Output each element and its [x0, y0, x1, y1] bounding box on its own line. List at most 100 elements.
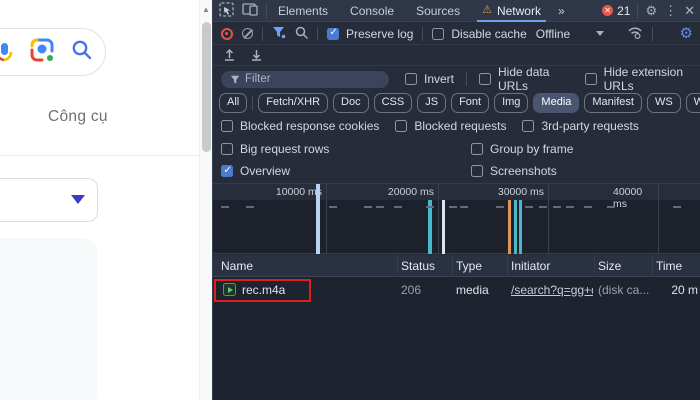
- chip-img[interactable]: Img: [494, 93, 528, 112]
- tab-label: Elements: [278, 4, 328, 18]
- timeline-request-mark: [246, 206, 254, 208]
- search-icon[interactable]: [71, 39, 93, 66]
- requests-table-header[interactable]: Name Status Type Initiator Size Time: [213, 255, 700, 277]
- overview-checkbox[interactable]: Overview: [221, 164, 290, 178]
- timeline-gridline: [548, 184, 549, 253]
- checkbox-checked-icon: [221, 165, 233, 177]
- chip-js[interactable]: JS: [417, 93, 446, 112]
- chip-all[interactable]: All: [219, 93, 247, 112]
- blocked-requests-checkbox[interactable]: Blocked requests: [395, 119, 506, 133]
- close-icon[interactable]: ✕: [684, 4, 695, 17]
- filter-input[interactable]: [221, 71, 389, 88]
- timeline-request-mark: [539, 206, 547, 208]
- timeline-tick-label: 40000 ms: [613, 186, 657, 210]
- timeline-request-mark: [426, 206, 434, 208]
- timeline-request-mark: [460, 206, 468, 208]
- results-card: [0, 238, 97, 400]
- column-header-status[interactable]: Status: [401, 259, 435, 273]
- chip-css[interactable]: CSS: [374, 93, 413, 112]
- screenshots-checkbox[interactable]: Screenshots: [471, 164, 557, 178]
- network-conditions-icon[interactable]: [627, 26, 643, 42]
- hide-extension-urls-checkbox[interactable]: Hide extension URLs: [585, 65, 700, 93]
- throttling-value: Offline: [536, 27, 570, 41]
- scrollbar-thumb[interactable]: [202, 22, 211, 152]
- timeline-gridline: [438, 184, 439, 253]
- error-badge-icon: ✕: [602, 5, 613, 16]
- gear-icon[interactable]: ⚙: [645, 4, 657, 17]
- network-overview-timeline[interactable]: 10000 ms 20000 ms 30000 ms 40000 ms: [213, 183, 700, 254]
- big-request-rows-checkbox[interactable]: Big request rows: [221, 142, 329, 156]
- timeline-request-mark: [496, 206, 504, 208]
- tab-sources[interactable]: Sources: [405, 0, 471, 22]
- timeline-request-mark: [221, 206, 229, 208]
- table-row[interactable]: rec.m4a 206 media /search?q=gg+d% (disk …: [213, 278, 700, 301]
- checkbox-icon: [221, 143, 233, 155]
- timeline-tick-label: 30000 ms: [498, 186, 547, 198]
- more-tabs-button[interactable]: »: [552, 4, 570, 18]
- column-header-initiator[interactable]: Initiator: [511, 259, 550, 273]
- blocked-filters-row: Blocked response cookies Blocked request…: [213, 115, 700, 137]
- chip-doc[interactable]: Doc: [333, 93, 369, 112]
- kebab-menu-icon[interactable]: ⋮: [664, 4, 677, 17]
- tab-network[interactable]: ⚠ Network: [471, 0, 552, 22]
- request-name[interactable]: rec.m4a: [242, 283, 392, 297]
- mic-icon[interactable]: [0, 43, 15, 70]
- search-tools-button[interactable]: Công cụ: [48, 108, 108, 126]
- tab-elements[interactable]: Elements: [267, 0, 339, 22]
- invert-checkbox[interactable]: Invert: [405, 72, 454, 86]
- tab-label: Sources: [416, 4, 460, 18]
- search-icon[interactable]: [295, 26, 308, 42]
- record-icon[interactable]: [221, 28, 233, 40]
- toolbar-divider: [652, 27, 653, 41]
- har-toolbar: [213, 46, 700, 66]
- chip-media[interactable]: Media: [533, 93, 579, 112]
- import-har-icon[interactable]: [223, 48, 236, 64]
- chip-manifest[interactable]: Manifest: [584, 93, 642, 112]
- chip-fetch-xhr[interactable]: Fetch/XHR: [258, 93, 328, 112]
- tab-label: Network: [497, 4, 541, 18]
- chip-ws[interactable]: WS: [647, 93, 681, 112]
- filter-funnel-icon[interactable]: [272, 26, 286, 42]
- page-scrollbar[interactable]: ▲: [199, 0, 212, 400]
- scrollbar-up-icon[interactable]: ▲: [202, 5, 210, 14]
- export-har-icon[interactable]: [250, 48, 263, 64]
- inspect-icon[interactable]: [219, 2, 234, 20]
- clear-icon[interactable]: [242, 28, 253, 39]
- google-results-page: Công cụ ▲: [0, 0, 212, 400]
- network-toolbar: Preserve log Disable cache Offline ⚙: [213, 23, 700, 45]
- error-count: 21: [617, 4, 630, 18]
- devtools-tabbar: Elements Console Sources ⚠ Network » ✕ 2…: [213, 0, 700, 22]
- device-toolbar-icon[interactable]: [242, 2, 258, 19]
- request-type-filters: All Fetch/XHR Doc CSS JS Font Img Media …: [213, 92, 700, 114]
- chip-font[interactable]: Font: [451, 93, 489, 112]
- checkbox-label: Invert: [424, 72, 454, 86]
- toolbar-divider: [317, 27, 318, 41]
- google-lens-icon[interactable]: [29, 37, 55, 68]
- column-header-size[interactable]: Size: [598, 259, 621, 273]
- timeline-gridline: [326, 184, 327, 253]
- requests-table-body: rec.m4a 206 media /search?q=gg+d% (disk …: [213, 277, 700, 400]
- chip-wasm[interactable]: Wasm: [686, 93, 700, 112]
- tab-console[interactable]: Console: [339, 0, 405, 22]
- network-settings-gear-icon[interactable]: ⚙: [680, 26, 693, 41]
- search-bar[interactable]: [0, 28, 106, 76]
- timeline-request-bar: [428, 200, 432, 254]
- blocked-response-cookies-checkbox[interactable]: Blocked response cookies: [221, 119, 379, 133]
- column-header-name[interactable]: Name: [221, 259, 253, 273]
- error-badge[interactable]: ✕ 21: [602, 4, 630, 18]
- toolbar-divider: [262, 27, 263, 41]
- filter-dropdown[interactable]: [0, 178, 98, 222]
- preserve-log-checkbox[interactable]: Preserve log: [327, 27, 413, 41]
- disable-cache-checkbox[interactable]: Disable cache: [432, 27, 526, 41]
- column-header-type[interactable]: Type: [456, 259, 482, 273]
- timeline-request-mark: [525, 206, 533, 208]
- third-party-requests-checkbox[interactable]: 3rd-party requests: [522, 119, 638, 133]
- timeline-request-mark: [449, 206, 457, 208]
- hide-data-urls-checkbox[interactable]: Hide data URLs: [479, 65, 571, 93]
- toolbar-divider: [466, 72, 467, 86]
- group-by-frame-checkbox[interactable]: Group by frame: [471, 142, 573, 156]
- column-header-time[interactable]: Time: [656, 259, 682, 273]
- request-initiator-link[interactable]: /search?q=gg+d%: [511, 283, 593, 297]
- checkbox-icon: [221, 120, 233, 132]
- throttling-select[interactable]: Offline: [536, 27, 604, 41]
